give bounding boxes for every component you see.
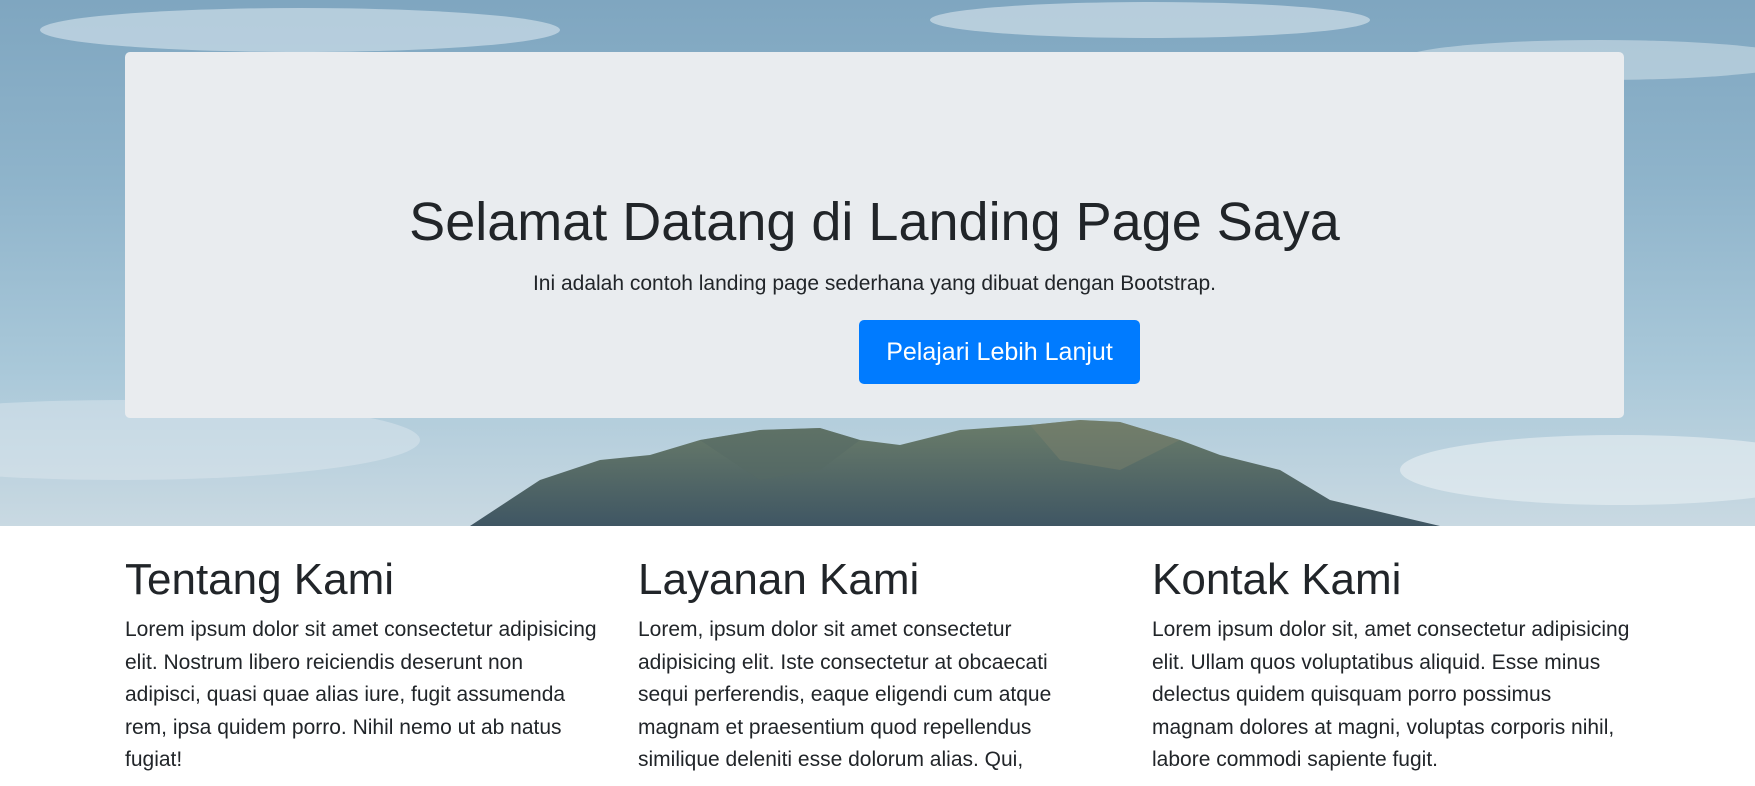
hero-title: Selamat Datang di Landing Page Saya: [409, 192, 1340, 252]
about-text: Lorem ipsum dolor sit amet consectetur a…: [125, 618, 597, 771]
about-section: Tentang Kami Lorem ipsum dolor sit amet …: [125, 554, 597, 777]
hero-lead-text: Ini adalah contoh landing page sederhana…: [532, 272, 1217, 295]
hero-jumbotron: Selamat Datang di Landing Page Saya Ini …: [125, 52, 1624, 418]
services-section: Layanan Kami Lorem, ipsum dolor sit amet…: [638, 554, 1083, 777]
hero-section: Selamat Datang di Landing Page Saya Ini …: [0, 0, 1755, 526]
contact-title: Kontak Kami: [1152, 555, 1402, 604]
contact-text: Lorem ipsum dolor sit, amet consectetur …: [1152, 618, 1630, 771]
services-text: Lorem, ipsum dolor sit amet consectetur …: [638, 618, 1052, 771]
contact-section: Kontak Kami Lorem ipsum dolor sit, amet …: [1152, 554, 1632, 777]
learn-more-button[interactable]: Pelajari Lebih Lanjut: [859, 320, 1140, 384]
services-title: Layanan Kami: [638, 555, 920, 604]
about-title: Tentang Kami: [125, 555, 395, 604]
